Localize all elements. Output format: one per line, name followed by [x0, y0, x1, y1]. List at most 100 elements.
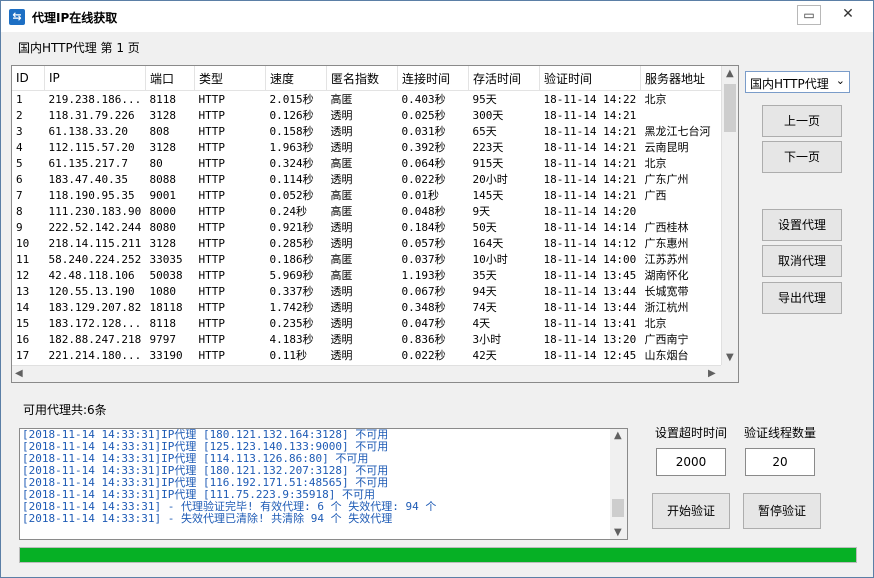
column-header[interactable]: 服务器地址 [640, 66, 728, 91]
table-row[interactable]: 16 182.88.247.218 9797 HTTP 4.183秒 透明 0.836秒 3小… [12, 331, 728, 347]
table-row[interactable]: 2 118.31.79.226 3128 HTTP 0.126秒 透明 0.025秒 300天… [12, 107, 728, 123]
scroll-down-icon[interactable]: ▼ [614, 527, 622, 538]
table-cell: 高匿 [330, 269, 353, 282]
table-cell [641, 203, 728, 219]
table-cell: 13 [16, 284, 30, 298]
scroll-left-icon[interactable]: ◀ [15, 368, 23, 379]
table-cell: 山东烟台 [644, 349, 689, 362]
app-window: ⇆ 代理IP在线获取 ▭ ✕ 国内HTTP代理 第 1 页 ID IP 端口 类… [0, 0, 874, 578]
table-cell: 北京 [644, 157, 667, 170]
minimize-button[interactable]: ▭ [797, 5, 821, 25]
table-row[interactable]: 5 61.135.217.7 80 HTTP 0.324秒 高匿 0.064秒 915天 18-… [12, 155, 728, 171]
log-scroll-thumb[interactable] [612, 499, 624, 517]
timeout-input[interactable]: 2000 [656, 448, 726, 476]
table-cell: 0.067秒 [401, 285, 446, 298]
scroll-up-icon[interactable]: ▲ [726, 68, 734, 79]
table-cell: 0.01秒 [401, 189, 440, 202]
scroll-down-icon[interactable]: ▼ [726, 352, 734, 363]
table-cell: 18-11-14 13:20 [543, 332, 637, 346]
table-cell: 12 [16, 268, 30, 282]
table-cell: 9天 [472, 205, 491, 218]
column-header[interactable]: 存活时间 [468, 66, 540, 91]
table-cell: 透明 [330, 221, 353, 234]
table-cell: HTTP [198, 92, 226, 106]
table-row[interactable]: 7 118.190.95.35 9001 HTTP 0.052秒 高匿 0.01秒 145天 1… [12, 187, 728, 203]
log-scrollbar[interactable]: ▲ ▼ [610, 429, 627, 539]
proxy-type-select[interactable]: 国内HTTP代理 ⌄ [745, 71, 850, 93]
table-cell: 0.235秒 [269, 317, 314, 330]
table-cell: 4 [16, 140, 23, 154]
table-cell: 11 [16, 252, 30, 266]
next-page-button[interactable]: 下一页 [762, 141, 842, 173]
table-row[interactable]: 12 42.48.118.106 50038 HTTP 5.969秒 高匿 1.193秒 35… [12, 267, 728, 283]
table-row[interactable]: 10 218.14.115.211 3128 HTTP 0.285秒 透明 0.057秒 16… [12, 235, 728, 251]
window-title: 代理IP在线获取 [32, 11, 118, 25]
threads-input[interactable]: 20 [745, 448, 815, 476]
scroll-thumb[interactable] [724, 84, 736, 132]
column-header[interactable]: 连接时间 [397, 66, 469, 91]
table-cell: 33190 [149, 348, 183, 362]
table-cell: 15 [16, 316, 30, 330]
table-vertical-scrollbar[interactable]: ▲ ▼ [721, 66, 738, 366]
table-row[interactable]: 11 58.240.224.252 33035 HTTP 0.186秒 高匿 0.037秒 1… [12, 251, 728, 267]
table-cell: 透明 [330, 173, 353, 186]
table-row[interactable]: 13 120.55.13.190 1080 HTTP 0.337秒 透明 0.067秒 94天… [12, 283, 728, 299]
table-row[interactable]: 1 219.238.186... 8118 HTTP 2.015秒 高匿 0.403秒 95天… [12, 91, 728, 108]
table-cell: 广东惠州 [644, 237, 689, 250]
table-cell: HTTP [198, 124, 226, 138]
proxy-table[interactable]: ID IP 端口 类型 速度 匿名指数 连接时间 存活时间 验证时间 服务器地址… [11, 65, 739, 383]
table-cell: 0.24秒 [269, 205, 308, 218]
table-cell: 18118 [149, 300, 183, 314]
table-row[interactable]: 9 222.52.142.244 8080 HTTP 0.921秒 透明 0.184秒 50天… [12, 219, 728, 235]
scroll-right-icon[interactable]: ▶ [708, 368, 716, 379]
title-bar: ⇆ 代理IP在线获取 ▭ ✕ [1, 1, 873, 32]
column-header[interactable]: 端口 [145, 66, 195, 91]
table-cell: 8 [16, 204, 23, 218]
table-row[interactable]: 6 183.47.40.35 8088 HTTP 0.114秒 透明 0.022秒 20小时 1… [12, 171, 728, 187]
table-cell: 高匿 [330, 205, 353, 218]
table-cell: 18-11-14 13:41 [543, 316, 637, 330]
table-row[interactable]: 4 112.115.57.20 3128 HTTP 1.963秒 透明 0.392秒 223天… [12, 139, 728, 155]
cancel-proxy-button[interactable]: 取消代理 [762, 245, 842, 277]
table-horizontal-scrollbar[interactable]: ◀ ▶ [12, 365, 722, 382]
start-verify-button[interactable]: 开始验证 [652, 493, 730, 529]
table-row[interactable]: 15 183.172.128... 8118 HTTP 0.235秒 透明 0.047秒 4天… [12, 315, 728, 331]
table-body: 1 219.238.186... 8118 HTTP 2.015秒 高匿 0.403秒 95天… [12, 91, 728, 364]
table-cell: 300天 [472, 109, 504, 122]
table-cell: 218.14.115.211 [48, 236, 142, 250]
table-cell: 120.55.13.190 [48, 284, 135, 298]
table-row[interactable]: 14 183.129.207.82 18118 HTTP 1.742秒 透明 0.348秒 7… [12, 299, 728, 315]
column-header[interactable]: ID [12, 66, 45, 91]
available-proxy-count: 可用代理共:6条 [23, 403, 107, 417]
close-icon[interactable]: ✕ [831, 5, 865, 25]
table-cell: 8088 [149, 172, 177, 186]
log-textarea[interactable]: [2018-11-14 14:33:31]IP代理 [180.121.132.1… [19, 428, 628, 540]
scroll-up-icon[interactable]: ▲ [614, 430, 622, 441]
table-cell: HTTP [198, 204, 226, 218]
column-header[interactable]: IP [44, 66, 146, 91]
table-row[interactable]: 17 221.214.180... 33190 HTTP 0.11秒 透明 0.022秒 42… [12, 347, 728, 363]
set-proxy-button[interactable]: 设置代理 [762, 209, 842, 241]
app-icon: ⇆ [9, 9, 25, 25]
table-cell: 18-11-14 14:00 [543, 252, 637, 266]
column-header[interactable]: 验证时间 [539, 66, 641, 91]
table-cell: 58.240.224.252 [48, 252, 142, 266]
column-header[interactable]: 类型 [194, 66, 266, 91]
column-header[interactable]: 速度 [265, 66, 327, 91]
table-cell: HTTP [198, 188, 226, 202]
table-cell: 4.183秒 [269, 333, 314, 346]
column-header[interactable]: 匿名指数 [326, 66, 398, 91]
pause-verify-button[interactable]: 暂停验证 [743, 493, 821, 529]
table-cell: 0.057秒 [401, 237, 446, 250]
table-cell: 61.135.217.7 [48, 156, 128, 170]
table-cell: HTTP [198, 252, 226, 266]
table-row[interactable]: 8 111.230.183.90 8000 HTTP 0.24秒 高匿 0.048秒 9天 18… [12, 203, 728, 219]
table-row[interactable]: 3 61.138.33.20 808 HTTP 0.158秒 透明 0.031秒 65天 18-… [12, 123, 728, 139]
table-cell: 42.48.118.106 [48, 268, 135, 282]
table-cell: 3128 [149, 140, 177, 154]
table-cell: 164天 [472, 237, 504, 250]
export-proxy-button[interactable]: 导出代理 [762, 282, 842, 314]
prev-page-button[interactable]: 上一页 [762, 105, 842, 137]
table-cell: 111.230.183.90 [48, 204, 142, 218]
table-cell: 74天 [472, 301, 497, 314]
